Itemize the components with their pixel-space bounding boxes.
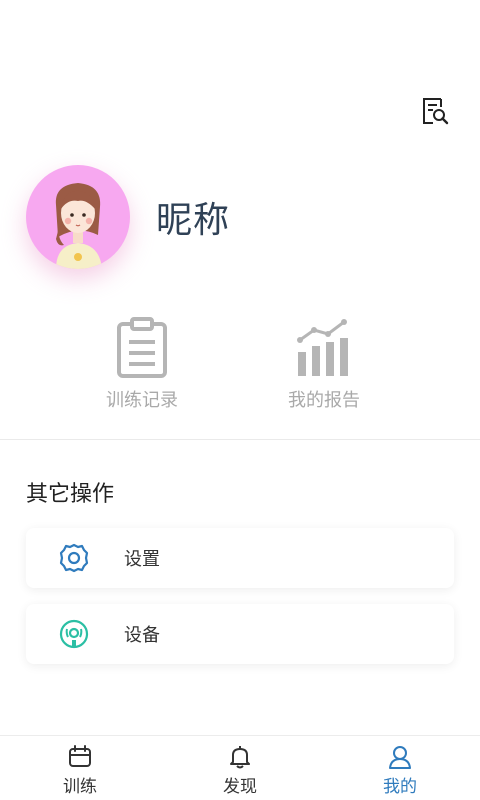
avatar[interactable] (26, 165, 130, 269)
girl-avatar-icon (55, 183, 102, 269)
section-title: 其它操作 (26, 482, 115, 507)
my-report-label: 我的报告 (288, 390, 360, 411)
training-records-button[interactable]: 训练记录 (82, 316, 202, 412)
nickname[interactable]: 昵称 (156, 191, 230, 243)
tab-discover-label: 发现 (223, 777, 257, 797)
tab-mine[interactable]: 我的 (320, 736, 480, 800)
tab-training-label: 训练 (63, 777, 97, 797)
clipboard-icon (117, 317, 167, 378)
tab-training[interactable]: 训练 (0, 736, 160, 800)
divider (0, 439, 480, 440)
device-signal-icon (59, 619, 89, 649)
bell-icon (230, 746, 250, 769)
tab-discover[interactable]: 发现 (160, 736, 320, 800)
record-search-button[interactable] (418, 94, 452, 128)
gear-icon (59, 543, 89, 573)
device-item[interactable]: 设备 (26, 604, 454, 664)
bottom-tab-bar: 训练 发现 我的 (0, 735, 480, 800)
tab-mine-label: 我的 (383, 777, 417, 797)
settings-item[interactable]: 设置 (26, 528, 454, 588)
settings-label: 设置 (124, 549, 160, 570)
device-label: 设备 (124, 625, 160, 646)
calendar-icon (69, 745, 91, 767)
my-report-button[interactable]: 我的报告 (264, 316, 384, 412)
training-records-label: 训练记录 (106, 390, 178, 411)
person-icon (389, 746, 411, 769)
profile-header[interactable]: 昵称 (26, 165, 230, 269)
bar-chart-icon (297, 319, 348, 376)
record-search-icon (423, 98, 449, 125)
